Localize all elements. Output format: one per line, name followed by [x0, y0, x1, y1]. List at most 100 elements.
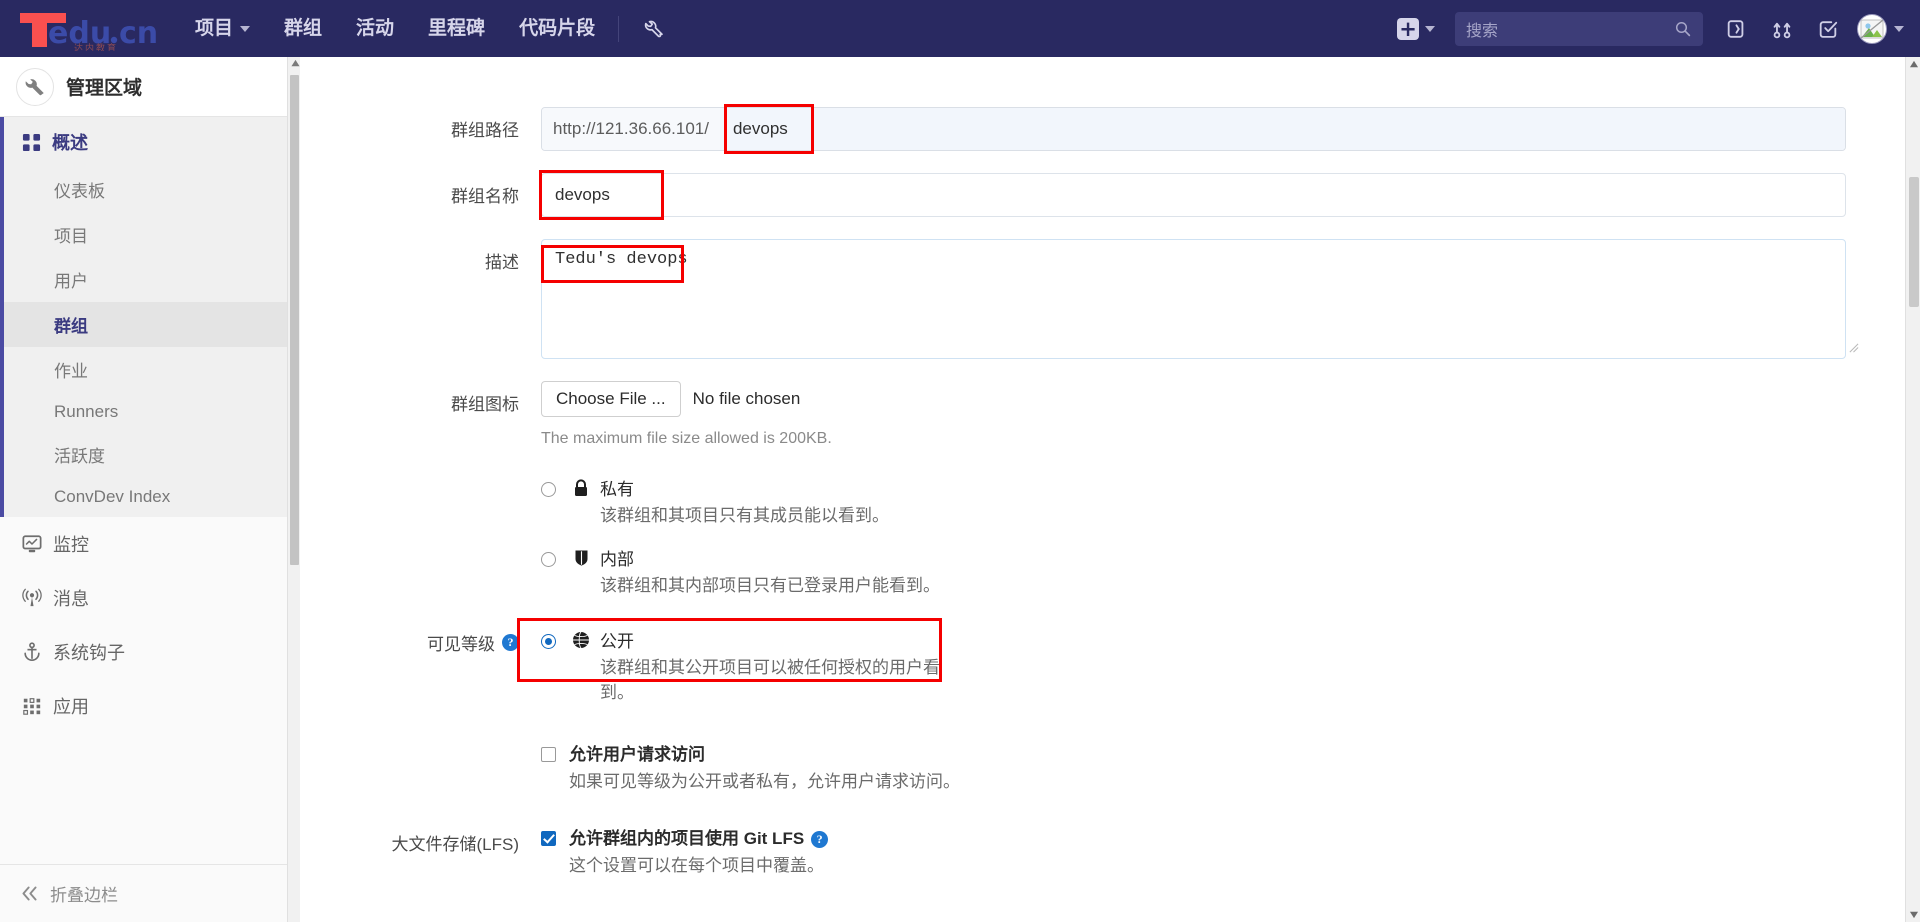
file-chosen-status: No file chosen	[692, 389, 801, 408]
request-access-checkbox[interactable]	[541, 747, 556, 762]
admin-area-button[interactable]	[625, 0, 682, 57]
sidebar-item-overview[interactable]: 概述	[4, 117, 299, 167]
description-control: Tedu's devops	[541, 239, 1865, 359]
visibility-private-title: 私有	[600, 480, 634, 499]
admin-sidebar: 管理区域 概述 仪表板 项目 用户 群组 作业 Runners 活跃度 Conv…	[0, 57, 300, 922]
request-access-row[interactable]: 允许用户请求访问 如果可见等级为公开或者私有，允许用户请求访问。	[541, 743, 1865, 795]
radio-internal[interactable]	[541, 552, 556, 567]
issues-icon	[1727, 19, 1744, 38]
sidebar-item-messages-label: 消息	[53, 589, 89, 609]
sidebar-scroll-region: 概述 仪表板 项目 用户 群组 作业 Runners 活跃度 ConvDev I…	[0, 117, 299, 864]
sidebar-item-monitoring[interactable]: 监控	[0, 517, 299, 571]
scroll-down-arrow-icon[interactable]	[1909, 910, 1919, 919]
sidebar-wrench-avatar	[16, 67, 54, 106]
sidebar-item-system-hooks[interactable]: 系统钩子	[0, 625, 299, 679]
sidebar-overview-group: 概述 仪表板 项目 用户 群组 作业 Runners 活跃度 ConvDev I…	[0, 117, 299, 517]
chevron-double-left-icon	[22, 886, 37, 901]
lfs-checkbox[interactable]	[541, 831, 556, 846]
group-path-label: 群组路径	[451, 121, 519, 140]
site-logo[interactable]: edu cn 达内教育	[0, 7, 170, 51]
visibility-option-internal[interactable]: 内部 该群组和其内部项目只有已登录用户能看到。	[541, 548, 1865, 598]
applications-icon	[23, 698, 41, 715]
visibility-option-private[interactable]: 私有 该群组和其项目只有其成员能以看到。	[541, 478, 1865, 528]
field-row-group-name: 群组名称	[341, 170, 1865, 220]
sidebar-item-convdev-index[interactable]: ConvDev Index	[4, 477, 299, 517]
nav-item-activity-label: 活动	[356, 18, 395, 39]
new-item-button[interactable]: +	[1385, 0, 1447, 57]
sidebar-item-activity[interactable]: 活跃度	[4, 432, 299, 477]
page-scrollbar-thumb[interactable]	[1909, 177, 1919, 307]
chevron-down-icon	[1425, 25, 1435, 32]
sidebar-scrollbar-thumb[interactable]	[290, 75, 299, 565]
visibility-option-public[interactable]: 公开 该群组和其公开项目可以被任何授权的用户看到。	[517, 618, 954, 717]
nav-item-groups-label: 群组	[284, 18, 323, 39]
user-menu-button[interactable]	[1851, 13, 1908, 44]
broadcast-icon	[22, 588, 42, 607]
shield-icon	[570, 549, 592, 567]
search-placeholder-text: 搜索	[1466, 22, 1499, 40]
tedu-logo-icon: edu cn 达内教育	[20, 12, 158, 51]
sidebar-item-groups-label: 群组	[54, 317, 88, 336]
merge-request-icon	[1773, 22, 1791, 38]
nav-divider	[618, 15, 620, 42]
sidebar-item-projects-label: 项目	[54, 227, 88, 246]
merge-requests-button[interactable]	[1759, 0, 1805, 57]
sidebar-item-jobs[interactable]: 作业	[4, 347, 299, 392]
sidebar-item-activity-label: 活跃度	[54, 447, 105, 466]
sidebar-item-applications[interactable]: 应用	[0, 679, 299, 733]
visibility-public-body: 公开 该群组和其公开项目可以被任何授权的用户看到。	[600, 630, 954, 705]
nav-item-projects-label: 项目	[195, 18, 234, 39]
search-icon	[1675, 21, 1691, 36]
avatar	[1857, 13, 1887, 44]
field-row-group-avatar: 群组图标 Choose File ... No file chosen The …	[341, 381, 1865, 448]
sidebar-item-dashboard[interactable]: 仪表板	[4, 167, 299, 212]
field-row-description: 描述 Tedu's devops	[341, 239, 1865, 359]
lfs-control: 允许群组内的项目使用 Git LFS ? 这个设置可以在每个项目中覆盖。	[541, 827, 1865, 885]
sidebar-header[interactable]: 管理区域	[0, 57, 299, 117]
description-label: 描述	[485, 253, 519, 272]
wrench-icon	[25, 78, 44, 95]
nav-item-snippets[interactable]: 代码片段	[502, 0, 612, 57]
collapse-sidebar-label: 折叠边栏	[50, 886, 118, 905]
page-scrollbar[interactable]	[1905, 57, 1920, 922]
wrench-icon	[644, 20, 663, 38]
resize-handle-icon[interactable]	[1848, 342, 1859, 353]
radio-public[interactable]	[541, 634, 556, 649]
request-access-title: 允许用户请求访问	[569, 743, 960, 767]
nav-item-groups[interactable]: 群组	[267, 0, 339, 57]
group-name-input[interactable]	[541, 173, 1846, 217]
lfs-label: 大文件存储(LFS)	[391, 835, 520, 854]
sidebar-item-runners[interactable]: Runners	[4, 392, 299, 432]
lfs-body: 允许群组内的项目使用 Git LFS ? 这个设置可以在每个项目中覆盖。	[569, 827, 829, 879]
group-avatar-label: 群组图标	[451, 395, 519, 414]
sidebar-item-runners-label: Runners	[54, 402, 119, 421]
sidebar-item-groups[interactable]: 群组	[4, 302, 299, 347]
group-name-label: 群组名称	[451, 187, 519, 206]
choose-file-button[interactable]: Choose File ...	[541, 381, 681, 417]
todos-button[interactable]	[1805, 0, 1851, 57]
question-mark-icon[interactable]: ?	[811, 830, 829, 848]
issues-button[interactable]	[1713, 0, 1759, 57]
search-input[interactable]: 搜索	[1455, 11, 1703, 46]
overview-grid-icon	[22, 133, 41, 151]
sidebar-item-messages[interactable]: 消息	[0, 571, 299, 625]
nav-item-projects[interactable]: 项目	[178, 0, 267, 57]
lfs-row[interactable]: 允许群组内的项目使用 Git LFS ? 这个设置可以在每个项目中覆盖。	[541, 827, 1865, 879]
scroll-up-arrow-icon[interactable]	[1909, 60, 1919, 69]
chevron-down-icon	[1894, 25, 1904, 32]
collapse-sidebar-button[interactable]: 折叠边栏	[0, 865, 299, 922]
lfs-desc: 这个设置可以在每个项目中覆盖。	[569, 856, 824, 875]
group-path-input[interactable]	[719, 108, 1845, 150]
lfs-title-text: 允许群组内的项目使用 Git LFS	[569, 829, 805, 848]
sidebar-item-jobs-label: 作业	[54, 362, 88, 381]
description-textarea[interactable]: Tedu's devops	[541, 239, 1846, 359]
sidebar-item-users[interactable]: 用户	[4, 257, 299, 302]
sidebar-scrollbar[interactable]	[287, 57, 300, 922]
sidebar-item-projects[interactable]: 项目	[4, 212, 299, 257]
radio-private[interactable]	[541, 482, 556, 497]
todos-icon	[1819, 20, 1838, 38]
scroll-up-arrow-icon[interactable]	[291, 59, 300, 68]
question-mark-icon[interactable]: ?	[502, 633, 519, 651]
nav-item-activity[interactable]: 活动	[339, 0, 411, 57]
nav-item-milestones[interactable]: 里程碑	[411, 0, 502, 57]
